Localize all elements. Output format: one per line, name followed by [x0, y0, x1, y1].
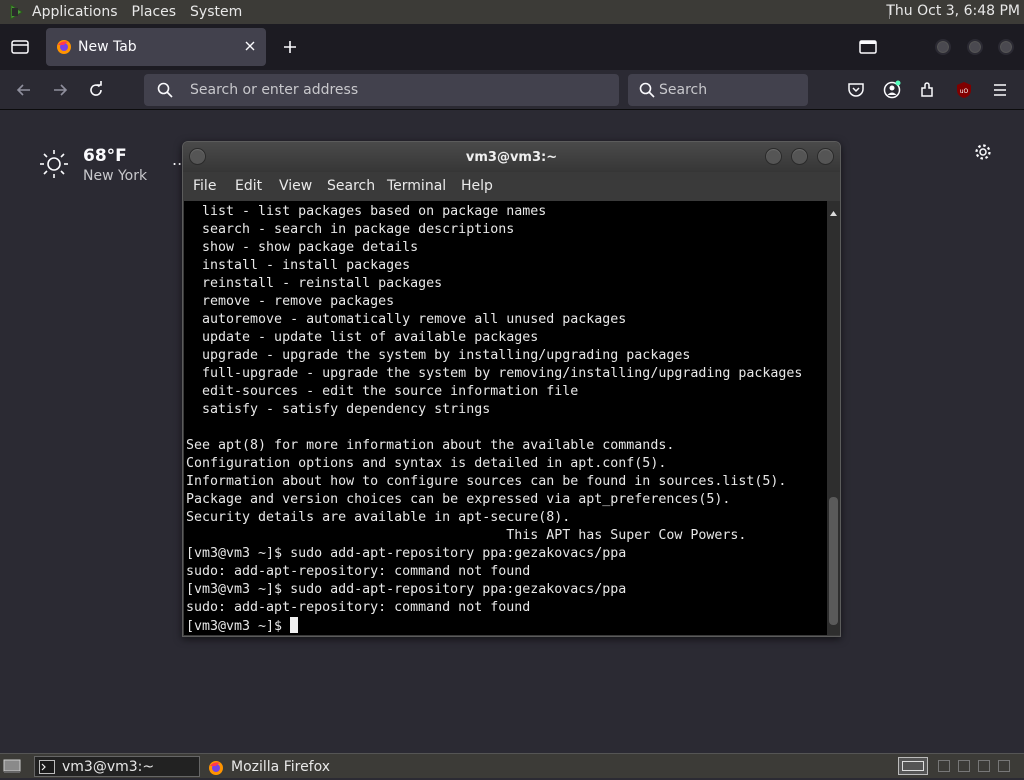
taskbar-item-label: Mozilla Firefox	[231, 758, 331, 775]
back-arrow-icon[interactable]	[14, 80, 34, 100]
pocket-icon[interactable]	[846, 80, 866, 100]
tab-new-tab[interactable]: New Tab	[46, 28, 266, 66]
terminal-line: show - show package details	[186, 240, 419, 255]
applications-menu[interactable]: Applications	[32, 4, 118, 20]
terminal-prompt-line[interactable]: [vm3@vm3 ~]$	[186, 617, 802, 635]
search-icon	[156, 81, 174, 99]
terminal-line: edit-sources - edit the source informati…	[186, 384, 579, 399]
menu-view[interactable]: View	[279, 178, 312, 194]
gear-icon[interactable]	[973, 142, 993, 162]
weather-more-button[interactable]: ..	[172, 150, 182, 169]
terminal-title: vm3@vm3:~	[465, 150, 558, 165]
terminal-output[interactable]: list - list packages based on package na…	[184, 201, 827, 635]
terminal-line: See apt(8) for more information about th…	[186, 438, 675, 453]
close-window-button[interactable]	[998, 39, 1014, 55]
weather-location: New York	[83, 168, 148, 184]
terminal-scrollbar[interactable]	[827, 201, 840, 635]
url-bar-placeholder: Search or enter address	[190, 82, 359, 98]
clock[interactable]: Thu Oct 3, 6:48 PM	[886, 3, 1020, 19]
terminal-line: remove - remove packages	[186, 294, 395, 309]
tab-label: New Tab	[78, 39, 137, 55]
terminal-line: Package and version choices can be expre…	[186, 492, 731, 507]
terminal-line: sudo: add-apt-repository: command not fo…	[186, 564, 531, 579]
terminal-line: upgrade - upgrade the system by installi…	[186, 348, 691, 363]
terminal-line: This APT has Super Cow Powers.	[186, 528, 747, 543]
maximize-window-button[interactable]	[967, 39, 983, 55]
scrollbar-thumb[interactable]	[829, 497, 838, 625]
minimize-window-button[interactable]	[935, 39, 951, 55]
gnome-foot-icon[interactable]	[8, 3, 26, 21]
terminal-line: [vm3@vm3 ~]$ sudo add-apt-repository ppa…	[186, 546, 627, 561]
terminal-line: search - search in package descriptions	[186, 222, 515, 237]
tab-strip: New Tab	[0, 24, 1024, 70]
terminal-maximize-button[interactable]	[791, 148, 808, 165]
window-icon[interactable]	[858, 38, 878, 56]
top-panel: Applications Places System Thu Oct 3, 6:…	[0, 0, 1024, 24]
search-icon	[638, 81, 656, 99]
terminal-menubar: File Edit View Search Terminal Help	[183, 172, 840, 200]
bottom-taskbar: vm3@vm3:~ Mozilla Firefox	[0, 753, 1024, 778]
ublock-origin-icon[interactable]: uO	[954, 80, 974, 100]
terminal-minimize-button[interactable]	[765, 148, 782, 165]
text-cursor	[290, 617, 299, 633]
terminal-line: satisfy - satisfy dependency strings	[186, 402, 491, 417]
terminal-icon	[39, 759, 55, 774]
terminal-lines: list - list packages based on package na…	[186, 203, 802, 635]
places-menu[interactable]: Places	[132, 4, 177, 20]
workspace-switcher-2[interactable]	[938, 760, 950, 772]
taskbar-item-terminal[interactable]: vm3@vm3:~	[34, 756, 200, 777]
svg-text:uO: uO	[960, 88, 969, 95]
terminal-line: list - list packages based on package na…	[186, 204, 547, 219]
sun-icon	[38, 148, 70, 180]
weather-temperature: 68°F	[83, 146, 127, 166]
scroll-up-arrow-icon[interactable]	[829, 203, 838, 216]
terminal-line: full-upgrade - upgrade the system by rem…	[186, 366, 803, 381]
close-tab-icon[interactable]	[244, 40, 256, 52]
terminal-line: Security details are available in apt-se…	[186, 510, 571, 525]
menu-help[interactable]: Help	[461, 178, 493, 194]
terminal-line: Configuration options and syntax is deta…	[186, 456, 667, 471]
navigation-toolbar: Search or enter address Search uO	[0, 70, 1024, 110]
terminal-close-button[interactable]	[817, 148, 834, 165]
terminal-line: [vm3@vm3 ~]$ sudo add-apt-repository ppa…	[186, 582, 627, 597]
workspace-switcher-3[interactable]	[958, 760, 970, 772]
search-bar[interactable]: Search	[628, 74, 808, 106]
taskbar-item-firefox[interactable]: Mozilla Firefox	[204, 756, 370, 777]
terminal-line: update - update list of available packag…	[186, 330, 539, 345]
new-tab-plus-icon[interactable]	[280, 37, 300, 57]
firefox-icon	[56, 39, 72, 55]
system-menu[interactable]: System	[190, 4, 242, 20]
terminal-window[interactable]: vm3@vm3:~ File Edit View Search Terminal…	[182, 141, 841, 637]
terminal-titlebar[interactable]: vm3@vm3:~	[183, 142, 840, 172]
url-bar[interactable]: Search or enter address	[144, 74, 619, 106]
terminal-line: Information about how to configure sourc…	[186, 474, 787, 489]
list-all-tabs-icon[interactable]	[10, 38, 30, 56]
forward-arrow-icon[interactable]	[50, 80, 70, 100]
search-bar-placeholder: Search	[659, 82, 708, 98]
account-icon[interactable]	[882, 80, 902, 100]
terminal-line: autoremove - automatically remove all un…	[186, 312, 627, 327]
reload-icon[interactable]	[86, 80, 106, 100]
workspace-switcher-4[interactable]	[978, 760, 990, 772]
menu-terminal[interactable]: Terminal	[387, 178, 446, 194]
terminal-line: reinstall - reinstall packages	[186, 276, 443, 291]
menu-search[interactable]: Search	[327, 178, 375, 194]
workspace-switcher-5[interactable]	[998, 760, 1010, 772]
extensions-icon[interactable]	[918, 80, 938, 100]
terminal-prompt: [vm3@vm3 ~]$	[186, 619, 291, 634]
terminal-line: sudo: add-apt-repository: command not fo…	[186, 600, 531, 615]
firefox-icon	[208, 760, 224, 775]
hamburger-menu-icon[interactable]	[990, 80, 1010, 100]
workspace-switcher-1[interactable]	[898, 757, 928, 775]
menu-edit[interactable]: Edit	[235, 178, 262, 194]
terminal-line: install - install packages	[186, 258, 411, 273]
show-desktop-icon[interactable]	[3, 758, 21, 774]
menu-file[interactable]: File	[193, 178, 216, 194]
taskbar-item-label: vm3@vm3:~	[62, 758, 155, 775]
